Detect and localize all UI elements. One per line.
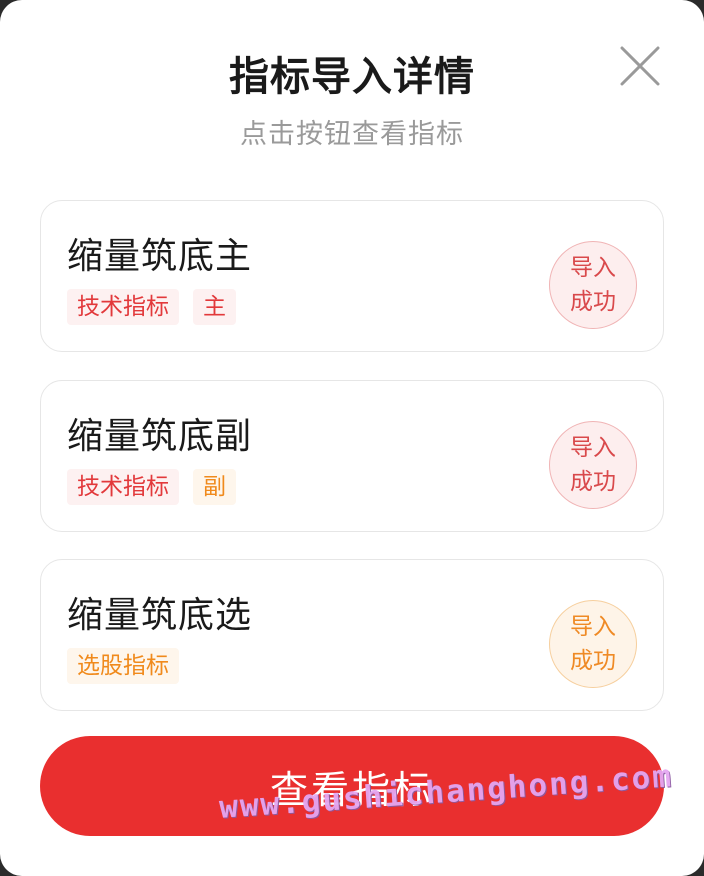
- stamp-line-2: 成功: [570, 469, 616, 495]
- indicator-name: 缩量筑底副: [67, 416, 253, 457]
- stamp-line-2: 成功: [570, 648, 616, 674]
- import-success-stamp: 导入 成功: [549, 241, 637, 329]
- stamp-line-2: 成功: [570, 289, 616, 315]
- indicator-name: 缩量筑底主: [67, 236, 253, 277]
- indicator-card: 缩量筑底副 技术指标 副 导入 成功: [40, 380, 664, 532]
- dialog-title: 指标导入详情: [229, 54, 475, 100]
- dialog-subtitle: 点击按钮查看指标: [240, 119, 464, 150]
- indicator-card: 缩量筑底选 选股指标 导入 成功: [40, 559, 664, 711]
- indicator-card: 缩量筑底主 技术指标 主 导入 成功: [40, 200, 664, 352]
- indicator-tags: 技术指标 副: [67, 469, 236, 505]
- tag-category: 选股指标: [67, 648, 179, 684]
- import-detail-dialog: 指标导入详情 点击按钮查看指标 缩量筑底主 技术指标 主 导入 成功 缩量筑底副…: [0, 0, 704, 876]
- stamp-line-1: 导入: [570, 435, 616, 461]
- tag-category: 技术指标: [67, 289, 179, 325]
- close-icon[interactable]: [618, 44, 662, 88]
- tag-type: 副: [193, 469, 236, 505]
- stamp-line-1: 导入: [570, 255, 616, 281]
- import-success-stamp: 导入 成功: [549, 600, 637, 688]
- import-success-stamp: 导入 成功: [549, 421, 637, 509]
- tag-category: 技术指标: [67, 469, 179, 505]
- indicator-tags: 选股指标: [67, 648, 179, 684]
- tag-type: 主: [193, 289, 236, 325]
- indicator-tags: 技术指标 主: [67, 289, 236, 325]
- stamp-line-1: 导入: [570, 614, 616, 640]
- indicator-name: 缩量筑底选: [67, 595, 253, 636]
